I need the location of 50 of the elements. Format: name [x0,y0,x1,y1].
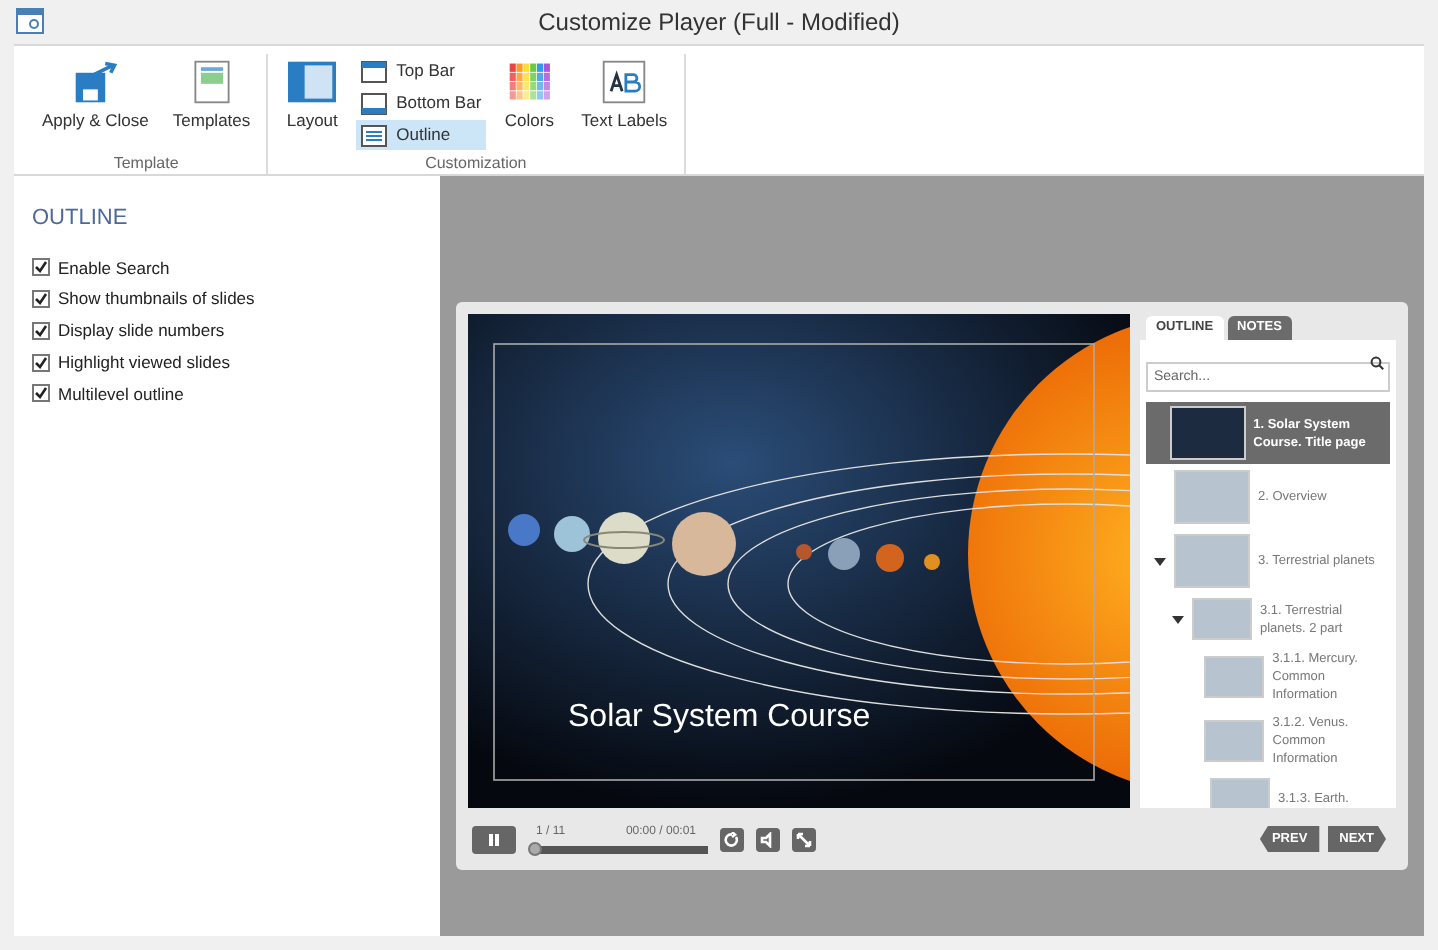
bottom-bar-icon [360,89,389,117]
checkbox[interactable] [32,353,50,372]
window-title: Customize Player (Full - Modified) [538,6,900,40]
thumbnail-placeholder [1192,598,1252,640]
option-label: Multilevel outline [58,381,184,407]
replay-icon [724,831,740,847]
ribbon-button[interactable]: Apply & Close [34,54,157,130]
group-label: Template [111,154,181,174]
pause-button[interactable] [472,825,516,853]
speaker-icon [760,831,776,847]
thumbnail-placeholder [1204,656,1265,698]
fullscreen-icon [796,831,812,847]
option-label: Enable Search [58,255,170,281]
caret-down-icon[interactable] [1154,557,1166,565]
checkbox[interactable] [32,290,50,309]
option-label: Display slide numbers [58,318,225,344]
option-label: Show thumbnails of slides [58,286,255,312]
ribbon-button[interactable]: Colors [493,54,566,130]
ribbon-button[interactable]: Templates [164,54,259,130]
layout-icon [288,58,337,106]
fullscreen-button[interactable] [792,827,816,851]
speaker-button[interactable] [756,827,780,851]
list-icon [360,121,389,149]
thumbnail-placeholder [1174,534,1250,588]
search-icon[interactable] [1370,356,1384,370]
thumbnail-placeholder [1169,406,1246,460]
option-label: Highlight viewed slides [58,349,230,375]
thumbnail-placeholder [1204,720,1265,762]
pause-icon [488,833,500,845]
ribbon-button[interactable]: Bottom Bar [356,88,486,118]
color-grid-icon [505,58,554,106]
checkbox[interactable] [32,384,50,403]
progress-track[interactable] [530,846,708,854]
top-bar-icon [360,57,389,85]
caret-down-icon[interactable] [1172,615,1184,623]
ribbon-button[interactable]: Text Labels [573,54,676,130]
ribbon-button[interactable]: Layout [276,54,349,130]
ribbon-button[interactable]: Outline [356,120,486,150]
progress-thumb[interactable] [527,842,542,856]
save-icon [71,58,120,106]
replay-button[interactable] [720,827,744,851]
checkbox[interactable] [32,321,50,340]
thumbnail-placeholder [1174,470,1250,524]
thumbnail-placeholder [1210,778,1270,808]
slide-title: Solar System Course [568,700,871,736]
text-icon [600,58,649,106]
checkbox[interactable] [32,258,50,277]
panel-heading: OUTLINE [32,204,130,234]
ribbon-button[interactable]: Top Bar [356,56,486,86]
group-label: Customization [423,154,529,174]
